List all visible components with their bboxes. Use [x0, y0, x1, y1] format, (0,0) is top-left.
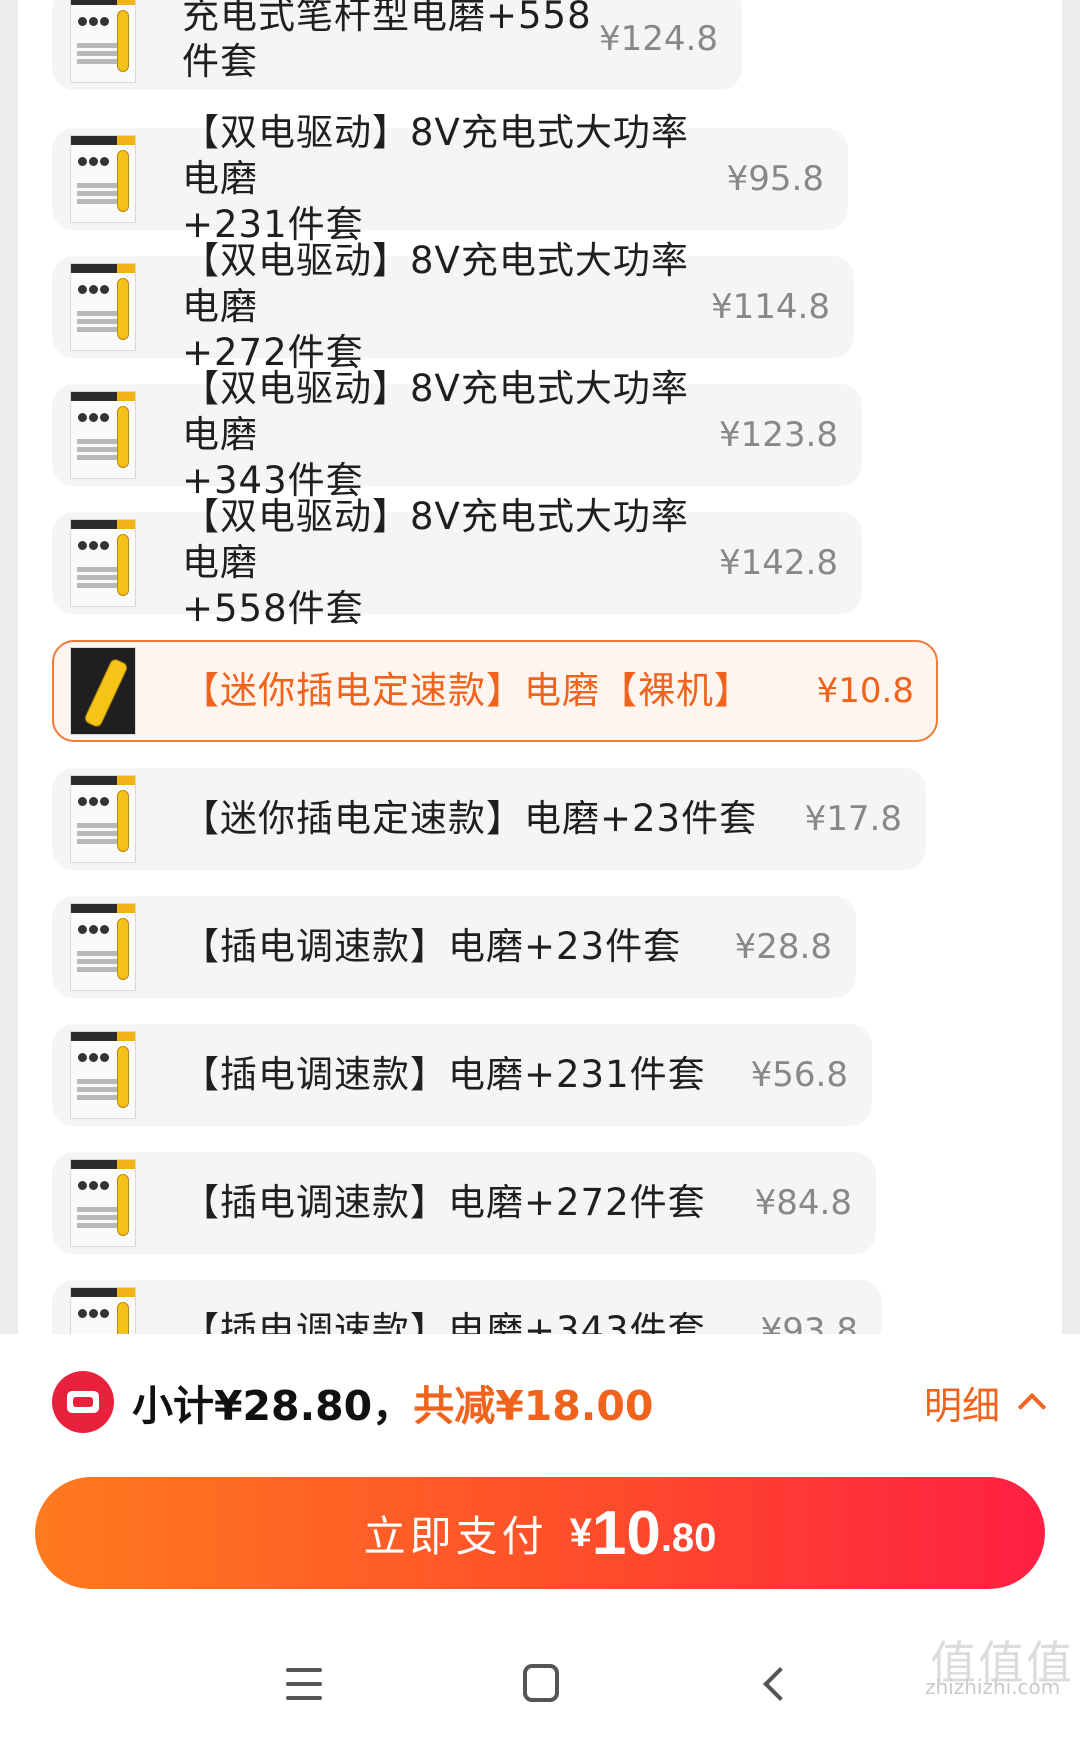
product-thumbnail	[70, 1159, 136, 1247]
sku-option-price: ¥142.8	[719, 543, 838, 583]
sku-options-sheet: 充电式笔杆型电磨+558件套 ¥124.8 【双电驱动】8V充电式大功率电磨 +…	[18, 0, 1062, 1334]
pay-amount-decimal: .80	[660, 1515, 717, 1560]
pay-currency: ¥	[569, 1510, 592, 1555]
sku-option-price: ¥123.8	[719, 415, 838, 455]
pay-now-label: 立即支付	[363, 1512, 548, 1560]
sku-option-price: ¥93.8	[760, 1311, 858, 1334]
discount-text: 共减¥18.00	[413, 1382, 654, 1430]
sku-option[interactable]: 【双电驱动】8V充电式大功率电磨 +272件套 ¥114.8	[52, 239, 854, 374]
sku-option-name: 【插电调速款】电磨+23件套	[182, 925, 682, 968]
sku-option[interactable]: 【迷你插电定速款】电磨+23件套 ¥17.8	[52, 768, 926, 870]
back-icon[interactable]	[763, 1667, 797, 1701]
system-nav-bar	[0, 1634, 1080, 1754]
sku-option[interactable]: 【双电驱动】8V充电式大功率电磨 +558件套 ¥142.8	[52, 495, 862, 630]
sku-option-price: ¥114.8	[711, 287, 830, 327]
checkout-bar: 小计¥28.80， 共减¥18.00 明细 立即支付 ¥ 10 .80	[0, 1334, 1080, 1754]
home-icon[interactable]	[523, 1664, 559, 1702]
product-thumbnail	[70, 647, 136, 735]
coupon-icon	[52, 1371, 114, 1433]
sku-option[interactable]: 【插电调速款】电磨+231件套 ¥56.8	[52, 1024, 872, 1126]
product-thumbnail	[70, 391, 136, 479]
sku-option-price: ¥84.8	[754, 1183, 852, 1223]
sku-option-price: ¥56.8	[750, 1055, 848, 1095]
sku-option-selected[interactable]: 【迷你插电定速款】电磨【裸机】 ¥10.8	[52, 640, 938, 742]
product-thumbnail	[70, 263, 136, 351]
chevron-up-icon	[1017, 1392, 1047, 1422]
detail-label: 明细	[923, 1383, 1000, 1428]
sku-option-name: 充电式笔杆型电磨+558件套	[182, 0, 592, 83]
pay-now-button[interactable]: 立即支付 ¥ 10 .80	[35, 1477, 1045, 1589]
sku-option-name: 【双电驱动】8V充电式大功率电磨 +231件套	[182, 111, 689, 246]
sku-option-price: ¥28.8	[734, 927, 832, 967]
sku-option[interactable]: 【双电驱动】8V充电式大功率电磨 +343件套 ¥123.8	[52, 367, 862, 502]
detail-toggle[interactable]: 明细	[923, 1375, 1047, 1430]
product-thumbnail	[70, 0, 136, 83]
sku-option-name: 【插电调速款】电磨+231件套	[182, 1053, 706, 1096]
menu-icon[interactable]	[286, 1668, 322, 1700]
subtotal-text: 小计¥28.80，	[132, 1382, 414, 1430]
sku-option[interactable]: 充电式笔杆型电磨+558件套 ¥124.8	[52, 0, 742, 90]
sku-option-name: 【迷你插电定速款】电磨+23件套	[182, 797, 758, 840]
product-thumbnail	[70, 775, 136, 863]
product-thumbnail	[70, 903, 136, 991]
product-thumbnail	[70, 1031, 136, 1119]
sku-option[interactable]: 【插电调速款】电磨+23件套 ¥28.8	[52, 896, 856, 998]
sku-option[interactable]: 【插电调速款】电磨+343件套 ¥93.8	[52, 1280, 882, 1334]
sku-option[interactable]: 【双电驱动】8V充电式大功率电磨 +231件套 ¥95.8	[52, 111, 848, 246]
product-thumbnail	[70, 135, 136, 223]
watermark-text: zhizhizhi.com	[925, 1675, 1061, 1699]
sku-option-name: 【双电驱动】8V充电式大功率电磨 +343件套	[182, 367, 689, 502]
price-summary: 小计¥28.80， 共减¥18.00 明细	[52, 1370, 1047, 1434]
sku-option-price: ¥124.8	[599, 19, 718, 59]
sku-option-name: 【双电驱动】8V充电式大功率电磨 +272件套	[182, 239, 689, 374]
product-thumbnail	[70, 519, 136, 607]
sku-option-price: ¥95.8	[726, 159, 824, 199]
sku-option-name: 【双电驱动】8V充电式大功率电磨 +558件套	[182, 495, 689, 630]
sku-option-name: 【插电调速款】电磨+343件套	[182, 1309, 706, 1334]
sku-option-price: ¥17.8	[804, 799, 902, 839]
sku-option-price: ¥10.8	[816, 671, 914, 711]
sku-option-name: 【迷你插电定速款】电磨【裸机】	[182, 669, 752, 712]
product-thumbnail	[70, 1287, 136, 1334]
sku-option[interactable]: 【插电调速款】电磨+272件套 ¥84.8	[52, 1152, 876, 1254]
pay-amount-integer: 10	[591, 1498, 661, 1568]
sku-option-name: 【插电调速款】电磨+272件套	[182, 1181, 706, 1224]
